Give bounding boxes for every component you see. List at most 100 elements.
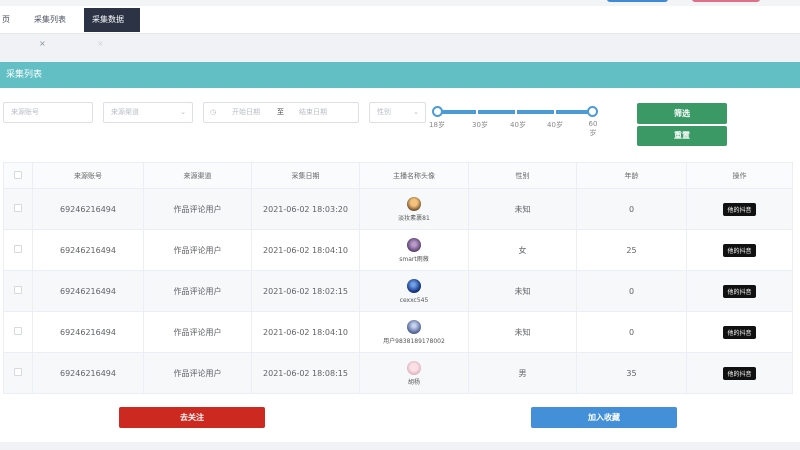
top-pink-button[interactable] — [692, 0, 760, 2]
channel-cell: 作品评论用户 — [143, 311, 252, 353]
age-slider-min-handle[interactable] — [432, 106, 443, 117]
anchor-cell: 胡杨 — [359, 352, 469, 394]
douyin-link-button[interactable]: 他的抖音 — [723, 243, 756, 257]
douyin-link-button[interactable]: 他的抖音 — [723, 366, 756, 380]
tab-collect-list[interactable]: 采集列表 × — [26, 8, 80, 48]
anchor-name: cexxc545 — [399, 296, 429, 304]
date-cell: 2021-06-02 18:04:10 — [251, 311, 360, 353]
row-select-cell — [3, 188, 33, 230]
table-row: 69246216494 作品评论用户 2021-06-02 18:03:20 淡… — [3, 188, 793, 230]
age-slider-max-handle[interactable] — [587, 106, 598, 117]
anchor-name: smart雨薇 — [399, 255, 429, 263]
operation-cell: 他的抖音 — [686, 229, 793, 271]
filter-button[interactable]: 筛选 — [637, 103, 727, 124]
source-account-placeholder: 来源账号 — [11, 108, 39, 116]
date-cell: 2021-06-02 18:04:10 — [251, 229, 360, 271]
channel-cell: 作品评论用户 — [143, 270, 252, 312]
tab-collect-list-label: 采集列表 — [34, 15, 66, 24]
column-header: 操作 — [686, 162, 793, 189]
tabs-bar: 页 采集列表 × 采集数据 × — [0, 6, 800, 48]
age-cell: 35 — [576, 352, 687, 394]
select-all-cell — [3, 162, 33, 189]
gender-select[interactable]: 性别 ⌄ — [369, 102, 426, 123]
account-cell: 69246216494 — [32, 352, 144, 394]
gender-cell: 未知 — [468, 270, 577, 312]
row-select-cell — [3, 229, 33, 271]
chevron-down-icon: ⌄ — [413, 108, 419, 116]
row-checkbox[interactable] — [14, 286, 22, 294]
anchor-cell: smart雨薇 — [359, 229, 469, 271]
slider-stop — [515, 110, 517, 114]
gender-placeholder: 性别 — [377, 108, 391, 116]
column-header: 主播名称头像 — [359, 162, 469, 189]
close-icon[interactable]: × — [39, 39, 46, 48]
row-checkbox[interactable] — [14, 245, 22, 253]
avatar — [407, 360, 421, 375]
row-select-cell — [3, 352, 33, 394]
tab-home[interactable]: 页 — [0, 8, 14, 32]
add-to-favorites-button[interactable]: 加入收藏 — [531, 407, 677, 428]
channel-cell: 作品评论用户 — [143, 229, 252, 271]
avatar — [407, 237, 421, 252]
row-select-cell — [3, 311, 33, 353]
age-cell: 0 — [576, 188, 687, 230]
anchor-cell: 用户9838189178002 — [359, 311, 469, 353]
slider-stop — [554, 110, 556, 114]
source-channel-placeholder: 来源渠道 — [111, 108, 139, 116]
table-row: 69246216494 作品评论用户 2021-06-02 18:04:10 s… — [3, 229, 793, 271]
date-separator: 至 — [277, 108, 284, 116]
age-label: 40岁 — [510, 121, 526, 129]
source-channel-select[interactable]: 来源渠道 ⌄ — [103, 102, 193, 123]
select-all-checkbox[interactable] — [14, 170, 22, 179]
row-checkbox[interactable] — [14, 204, 22, 212]
avatar — [407, 278, 421, 293]
column-header: 年龄 — [576, 162, 687, 189]
douyin-link-button[interactable]: 他的抖音 — [723, 202, 756, 216]
column-header: 来源账号 — [32, 162, 144, 189]
tab-home-label: 页 — [2, 15, 10, 24]
row-checkbox[interactable] — [14, 368, 22, 376]
gender-cell: 男 — [468, 352, 577, 394]
data-table: 来源账号 来源渠道 采集日期 主播名称头像 性别 年龄 操作 692462164… — [3, 162, 793, 394]
account-cell: 69246216494 — [32, 270, 144, 312]
table-header-row: 来源账号 来源渠道 采集日期 主播名称头像 性别 年龄 操作 — [3, 162, 793, 189]
operation-cell: 他的抖音 — [686, 352, 793, 394]
avatar — [407, 319, 421, 334]
row-checkbox[interactable] — [14, 327, 22, 335]
age-cell: 25 — [576, 229, 687, 271]
table-row: 69246216494 作品评论用户 2021-06-02 18:08:15 胡… — [3, 352, 793, 394]
age-label: 60 岁 — [588, 120, 598, 137]
anchor-cell: 淡妆素裹81 — [359, 188, 469, 230]
date-cell: 2021-06-02 18:08:15 — [251, 352, 360, 394]
douyin-link-button[interactable]: 他的抖音 — [723, 284, 756, 298]
age-label: 30岁 — [472, 121, 488, 129]
date-range-picker[interactable]: ◷ 开始日期 至 结束日期 — [203, 102, 359, 123]
channel-cell: 作品评论用户 — [143, 188, 252, 230]
tab-collect-data[interactable]: 采集数据 × — [84, 8, 140, 48]
operation-cell: 他的抖音 — [686, 270, 793, 312]
top-blue-button[interactable] — [607, 0, 668, 2]
table-row: 69246216494 作品评论用户 2021-06-02 18:04:10 用… — [3, 311, 793, 353]
start-date-placeholder: 开始日期 — [232, 108, 260, 116]
clock-icon: ◷ — [210, 108, 217, 116]
douyin-link-button[interactable]: 他的抖音 — [723, 325, 756, 339]
gender-cell: 未知 — [468, 188, 577, 230]
age-cell: 0 — [576, 311, 687, 353]
account-cell: 69246216494 — [32, 229, 144, 271]
close-icon[interactable]: × — [97, 39, 104, 48]
anchor-name: 用户9838189178002 — [383, 337, 445, 345]
age-label: 18岁 — [429, 121, 445, 129]
anchor-name: 胡杨 — [407, 378, 420, 386]
slider-stop — [476, 110, 478, 114]
column-header: 采集日期 — [251, 162, 360, 189]
account-cell: 69246216494 — [32, 188, 144, 230]
date-cell: 2021-06-02 18:03:20 — [251, 188, 360, 230]
source-account-input[interactable]: 来源账号 — [3, 102, 93, 123]
unfollow-button[interactable]: 去关注 — [119, 407, 265, 428]
column-header: 来源渠道 — [143, 162, 252, 189]
chevron-down-icon: ⌄ — [180, 108, 186, 116]
end-date-placeholder: 结束日期 — [299, 108, 327, 116]
date-cell: 2021-06-02 18:02:15 — [251, 270, 360, 312]
operation-cell: 他的抖音 — [686, 311, 793, 353]
reset-button[interactable]: 重置 — [637, 126, 727, 146]
